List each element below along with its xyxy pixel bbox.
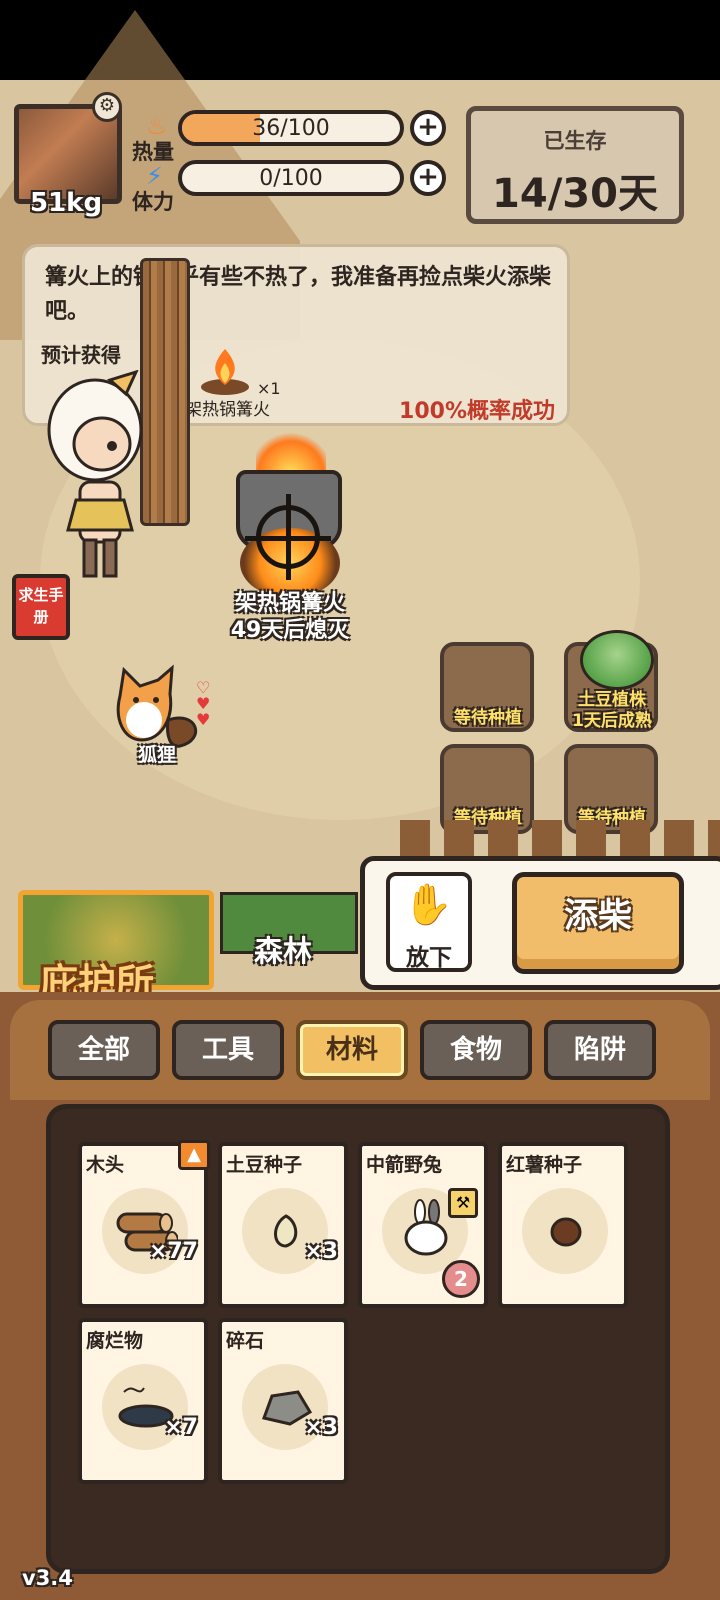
item-name: 土豆种子: [226, 1154, 303, 1176]
tab-materials[interactable]: 材料: [296, 1020, 408, 1080]
item-qty: ×77: [148, 1239, 198, 1264]
item-qty: ×3: [304, 1415, 338, 1440]
rabbit-count: 2: [442, 1260, 480, 1298]
survival-days: 14/30天: [492, 171, 658, 217]
dialog-message: 篝火上的锅似乎有些不热了，我准备再捡点柴火添柴吧。: [45, 265, 552, 324]
inventory-slot-sweet-potato-seed[interactable]: 红薯种子: [498, 1142, 628, 1308]
inventory-slot-rotten[interactable]: 腐烂物 ×7: [78, 1318, 208, 1484]
fox-pet[interactable]: [110, 660, 210, 750]
version-label: v3.4: [22, 1566, 73, 1590]
reward-name: 架热锅篝火: [185, 400, 270, 420]
tool-icon: ⚒: [448, 1188, 478, 1218]
survival-manual-button[interactable]: 求生手册: [12, 574, 70, 640]
inventory-slot-stone[interactable]: 碎石 ×3: [218, 1318, 348, 1484]
campfire-name: 架热锅篝火: [234, 591, 345, 616]
survival-manual-label: 求生手册: [18, 586, 64, 626]
tab-food[interactable]: 食物: [420, 1020, 532, 1080]
survival-label: 已生存: [543, 129, 607, 153]
item-name: 红薯种子: [506, 1154, 583, 1176]
settings-gear-icon[interactable]: ⚙: [92, 92, 122, 122]
drop-label: 放下: [406, 945, 452, 971]
expected-reward-label: 预计获得: [41, 343, 121, 367]
tab-tools-label: 工具: [201, 1035, 254, 1065]
tab-food-label: 食物: [449, 1035, 502, 1065]
plot-label: 等待种植: [454, 708, 522, 728]
calories-bar: 36/100: [178, 110, 404, 146]
item-name: 中箭野兔: [366, 1154, 443, 1176]
campfire-status: 49天后熄灭: [230, 618, 350, 643]
stamina-value: 0/100: [259, 166, 323, 191]
tab-traps-label: 陷阱: [573, 1035, 626, 1065]
tab-traps[interactable]: 陷阱: [544, 1020, 656, 1080]
item-name: 碎石: [226, 1330, 265, 1352]
player-weight: 51kg: [30, 188, 103, 218]
add-calories-button[interactable]: +: [410, 110, 446, 146]
campfire-label: 架热锅篝火 49天后熄灭: [200, 590, 380, 644]
fence: [400, 820, 720, 860]
drop-hand-icon: ✋: [403, 882, 453, 928]
item-qty: ×3: [304, 1239, 338, 1264]
item-name: 木头: [86, 1154, 125, 1176]
tab-materials-label: 材料: [325, 1035, 378, 1065]
stamina-bar: 0/100: [178, 160, 404, 196]
sweet-potato-seed-icon: [550, 1217, 582, 1247]
tab-tools[interactable]: 工具: [172, 1020, 284, 1080]
tab-all[interactable]: 全部: [48, 1020, 160, 1080]
upgrade-arrow-icon: ▲: [178, 1140, 210, 1170]
potato-plant-icon: [580, 630, 654, 690]
inventory-slot-wood[interactable]: 木头 ×77 ▲: [78, 1140, 210, 1308]
tab-all-label: 全部: [77, 1035, 130, 1065]
plot-label: 土豆植株 1天后成熟: [572, 690, 652, 731]
affection-hearts-icon: ♡ ♥ ♥: [196, 678, 211, 729]
success-chance: 100%概率成功: [399, 399, 555, 424]
add-wood-label: 添柴: [564, 896, 632, 936]
inventory-slot-rabbit[interactable]: 中箭野兔 ⚒ 2: [358, 1142, 488, 1308]
item-name: 腐烂物: [86, 1330, 144, 1352]
item-qty: ×7: [164, 1415, 198, 1440]
location-forest-label: 森林: [254, 934, 313, 968]
stamina-label: 体力: [132, 190, 174, 214]
calories-value: 36/100: [252, 116, 330, 141]
survival-days-sign: 已生存 14/30天: [466, 106, 684, 224]
add-stamina-button[interactable]: +: [410, 160, 446, 196]
campfire-reward-icon: [201, 349, 249, 395]
pet-name: 狐狸: [138, 744, 177, 766]
inventory-slot-potato-seed[interactable]: 土豆种子 ×3: [218, 1142, 348, 1308]
target-crosshair-icon: [245, 494, 331, 580]
player-character[interactable]: [40, 370, 150, 580]
